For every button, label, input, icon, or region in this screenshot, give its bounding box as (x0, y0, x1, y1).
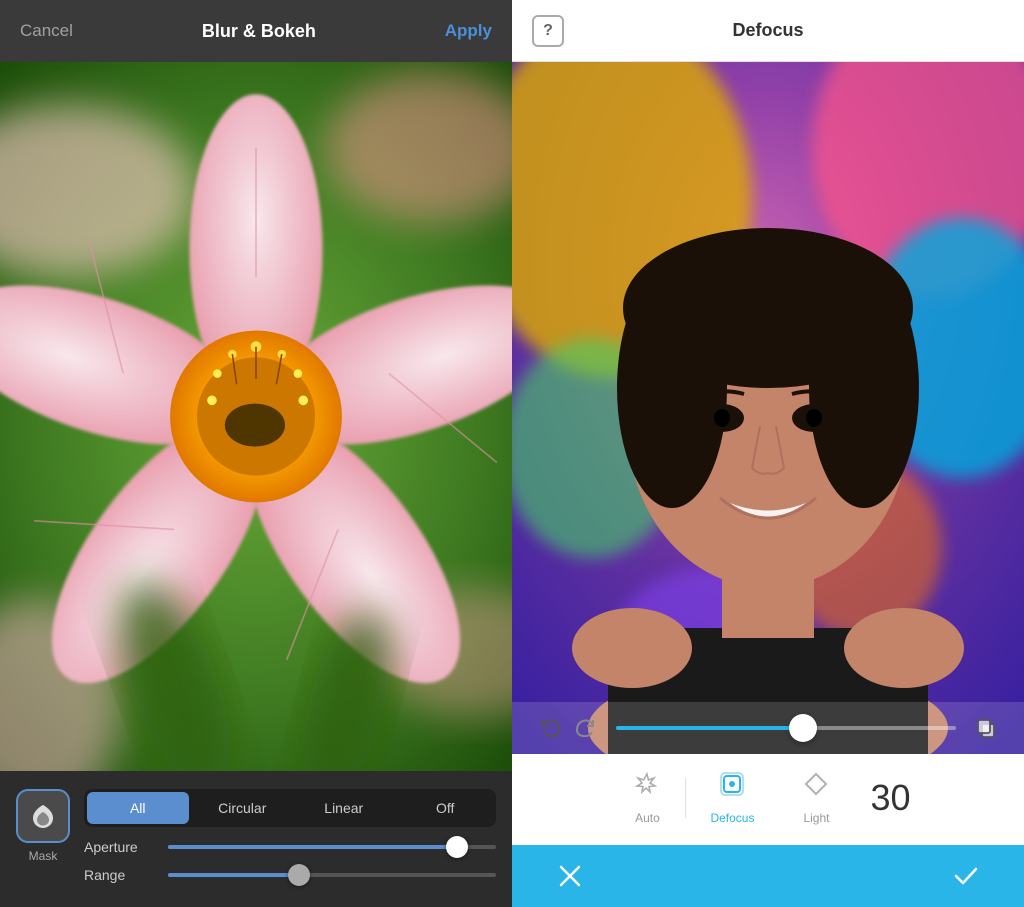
confirm-action-button[interactable] (948, 858, 984, 894)
auto-tool-item[interactable]: Auto (609, 770, 685, 825)
diamond-icon (802, 770, 830, 798)
right-slider-container (604, 726, 968, 730)
range-slider-row: Range (84, 867, 496, 883)
left-header: Cancel Blur & Bokeh Apply (0, 0, 512, 62)
right-slider-thumb[interactable] (789, 714, 817, 742)
cancel-button[interactable]: Cancel (20, 21, 73, 41)
left-bottom-controls: Mask All Circular Linear Off Aperture (0, 771, 512, 907)
segment-linear-button[interactable]: Linear (293, 789, 395, 827)
tool-value-display: 30 (854, 780, 926, 816)
segment-circular-button[interactable]: Circular (192, 789, 294, 827)
tool-icons-row: Auto Defocus (512, 770, 1024, 825)
left-title: Blur & Bokeh (202, 21, 316, 42)
portrait-image (512, 62, 1024, 754)
defocus-label: Defocus (710, 811, 754, 825)
defocus-tool-item[interactable]: Defocus (686, 770, 778, 825)
light-icon (802, 770, 830, 805)
undo-button[interactable] (532, 710, 568, 746)
sparkle-icon (633, 770, 661, 798)
copy-icon (974, 716, 998, 740)
mask-button-group: Mask (16, 789, 70, 863)
redo-icon (575, 717, 597, 739)
segment-all-button[interactable]: All (87, 792, 189, 824)
auto-icon (633, 770, 661, 805)
left-image-area (0, 62, 512, 771)
image-toolbar (512, 702, 1024, 754)
redo-button[interactable] (568, 710, 604, 746)
right-header: ? Defocus (512, 0, 1024, 62)
segment-buttons: All Circular Linear Off (84, 789, 496, 827)
right-slider-fill (616, 726, 803, 730)
segment-off-button[interactable]: Off (395, 789, 497, 827)
mask-icon (29, 802, 57, 830)
range-thumb[interactable] (288, 864, 310, 886)
right-title: Defocus (732, 20, 803, 41)
range-label: Range (84, 867, 156, 883)
copy-button[interactable] (968, 710, 1004, 746)
cancel-icon (557, 863, 583, 889)
confirm-icon (952, 862, 980, 890)
defocus-svg-icon (718, 770, 746, 798)
undo-icon (539, 717, 561, 739)
flower-image (0, 62, 512, 771)
apply-button[interactable]: Apply (445, 21, 492, 41)
aperture-slider-row: Aperture (84, 839, 496, 855)
auto-label: Auto (635, 811, 660, 825)
aperture-thumb[interactable] (446, 836, 468, 858)
right-image-area (512, 62, 1024, 754)
right-slider[interactable] (616, 726, 956, 730)
right-tool-panel: Auto Defocus (512, 754, 1024, 845)
help-button[interactable]: ? (532, 15, 564, 47)
range-slider[interactable] (168, 873, 496, 877)
mask-label: Mask (29, 849, 58, 863)
range-fill (168, 873, 299, 877)
mask-icon-button[interactable] (16, 789, 70, 843)
defocus-icon (718, 770, 746, 805)
right-panel: ? Defocus (512, 0, 1024, 907)
cancel-action-button[interactable] (552, 858, 588, 894)
mask-controls-right: All Circular Linear Off Aperture Range (84, 789, 496, 883)
light-tool-item[interactable]: Light (778, 770, 854, 825)
left-panel: Cancel Blur & Bokeh Apply (0, 0, 512, 907)
right-bottom-bar (512, 845, 1024, 907)
aperture-label: Aperture (84, 839, 156, 855)
aperture-fill (168, 845, 457, 849)
light-label: Light (803, 811, 829, 825)
aperture-slider[interactable] (168, 845, 496, 849)
